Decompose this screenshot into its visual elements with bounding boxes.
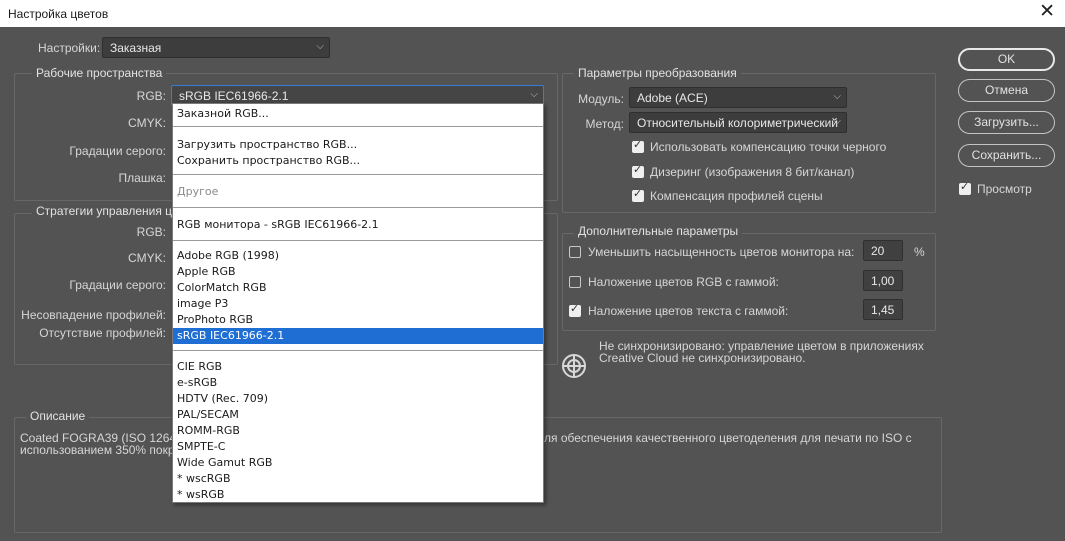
title-bar: Настройка цветов ✕ bbox=[0, 0, 1065, 27]
sync-status-line2: Creative Cloud не синхронизировано. bbox=[599, 351, 806, 365]
description-line1-right: ля обеспечения качественного цветоделени… bbox=[544, 431, 912, 445]
blend-text-label: Наложение цветов текста с гаммой: bbox=[588, 304, 789, 318]
ws-spot-label: Плашка: bbox=[118, 171, 166, 185]
load-button[interactable]: Загрузить... bbox=[958, 111, 1055, 134]
conversion-title: Параметры преобразования bbox=[574, 66, 741, 80]
dropdown-item-load-rgb[interactable]: Загрузить пространство RGB... bbox=[173, 137, 543, 153]
window-title: Настройка цветов bbox=[8, 7, 109, 21]
ok-button[interactable]: OK bbox=[958, 48, 1055, 71]
desaturate-label: Уменьшить насыщенность цветов монитора н… bbox=[588, 245, 855, 259]
dropdown-item-apple-rgb[interactable]: Apple RGB bbox=[173, 264, 543, 280]
dialog-body: Настройки: Заказная ⌵ Рабочие пространст… bbox=[0, 27, 1065, 541]
preview-checkbox[interactable] bbox=[959, 180, 971, 195]
dropdown-item-romm-rgb[interactable]: ROMM-RGB bbox=[173, 423, 543, 439]
intent-label: Метод: bbox=[585, 117, 624, 131]
dropdown-separator bbox=[173, 240, 543, 241]
dropdown-item-colormatch-rgb[interactable]: ColorMatch RGB bbox=[173, 280, 543, 296]
pol-gray-label: Градации серого: bbox=[69, 278, 166, 292]
dropdown-separator bbox=[173, 207, 543, 208]
dropdown-item-cie-rgb[interactable]: CIE RGB bbox=[173, 359, 543, 375]
settings-select[interactable]: Заказная ⌵ bbox=[102, 37, 330, 58]
blend-rgb-checkbox[interactable] bbox=[569, 276, 581, 288]
rgb-dropdown-list: Заказной RGB... Загрузить пространство R… bbox=[172, 103, 544, 503]
preview-label: Просмотр bbox=[977, 182, 1032, 196]
scene-label: Компенсация профилей сцены bbox=[650, 189, 823, 203]
dropdown-item-image-p3[interactable]: image P3 bbox=[173, 296, 543, 312]
ws-rgb-label: RGB: bbox=[136, 89, 166, 103]
ws-rgb-value: sRGB IEC61966-2.1 bbox=[179, 89, 289, 103]
dropdown-item-wscrgb[interactable]: * wscRGB bbox=[173, 471, 543, 487]
dropdown-item-save-rgb[interactable]: Сохранить пространство RGB... bbox=[173, 153, 543, 169]
chevron-down-icon: ⌵ bbox=[833, 91, 841, 102]
pol-cmyk-label: CMYK: bbox=[127, 251, 166, 265]
ws-cmyk-label: CMYK: bbox=[127, 116, 166, 130]
working-spaces-title: Рабочие пространства bbox=[32, 66, 167, 80]
desaturate-unit: % bbox=[914, 245, 925, 259]
cancel-button[interactable]: Отмена bbox=[958, 79, 1055, 102]
pol-missing-label: Отсутствие профилей: bbox=[39, 326, 166, 340]
settings-value: Заказная bbox=[110, 41, 162, 55]
settings-label: Настройки: bbox=[38, 41, 101, 55]
blend-rgb-label: Наложение цветов RGB с гаммой: bbox=[588, 275, 779, 289]
desaturate-checkbox[interactable] bbox=[569, 246, 581, 258]
save-button[interactable]: Сохранить... bbox=[958, 144, 1055, 167]
dropdown-item-custom-rgb[interactable]: Заказной RGB... bbox=[173, 106, 543, 122]
dropdown-heading-other: Другое bbox=[177, 185, 219, 198]
intent-select[interactable]: Относительный колориметрический ⌵ bbox=[629, 112, 847, 133]
dropdown-item-wsrgb[interactable]: * wsRGB bbox=[173, 487, 543, 503]
engine-select[interactable]: Adobe (ACE) ⌵ bbox=[629, 87, 847, 108]
dropdown-item-prophoto-rgb[interactable]: ProPhoto RGB bbox=[173, 312, 543, 328]
creative-cloud-sync-icon bbox=[562, 354, 586, 378]
engine-label: Модуль: bbox=[578, 92, 624, 106]
desaturate-input[interactable]: 20 bbox=[863, 240, 903, 261]
close-icon[interactable]: ✕ bbox=[1039, 2, 1055, 22]
dropdown-item-smpte-c[interactable]: SMPTE-C bbox=[173, 439, 543, 455]
intent-value: Относительный колориметрический bbox=[637, 116, 838, 130]
bpc-label: Использовать компенсацию точки черного bbox=[650, 140, 887, 154]
dropdown-item-wide-gamut[interactable]: Wide Gamut RGB bbox=[173, 455, 543, 471]
dropdown-item-srgb[interactable]: sRGB IEC61966-2.1 bbox=[173, 328, 543, 344]
engine-value: Adobe (ACE) bbox=[637, 91, 708, 105]
ws-gray-label: Градации серого: bbox=[69, 144, 166, 158]
dropdown-separator bbox=[173, 350, 543, 351]
dropdown-item-pal-secam[interactable]: PAL/SECAM bbox=[173, 407, 543, 423]
dropdown-item-e-srgb[interactable]: e-sRGB bbox=[173, 375, 543, 391]
pol-mismatch-label: Несовпадение профилей: bbox=[21, 308, 166, 322]
dropdown-separator bbox=[173, 126, 543, 127]
dropdown-separator bbox=[173, 174, 543, 175]
description-line2-left: использованием 350% покр bbox=[20, 443, 175, 457]
dropdown-item-adobe-rgb[interactable]: Adobe RGB (1998) bbox=[173, 248, 543, 264]
advanced-title: Дополнительные параметры bbox=[574, 224, 743, 238]
scene-checkbox[interactable] bbox=[632, 187, 644, 202]
policies-title: Стратегии управления цв bbox=[32, 204, 183, 218]
blend-rgb-input[interactable]: 1,00 bbox=[863, 270, 903, 291]
blend-text-checkbox[interactable] bbox=[569, 302, 581, 317]
dropdown-item-hdtv[interactable]: HDTV (Rec. 709) bbox=[173, 391, 543, 407]
chevron-down-icon: ⌵ bbox=[833, 116, 841, 127]
chevron-down-icon: ⌵ bbox=[316, 41, 324, 52]
dither-label: Дизеринг (изображения 8 бит/канал) bbox=[650, 165, 855, 179]
chevron-down-icon: ⌵ bbox=[530, 89, 538, 100]
description-title: Описание bbox=[26, 409, 90, 423]
blend-text-input[interactable]: 1,45 bbox=[863, 299, 903, 320]
bpc-checkbox[interactable] bbox=[632, 138, 644, 153]
dropdown-item-monitor-rgb[interactable]: RGB монитора - sRGB IEC61966-2.1 bbox=[173, 217, 543, 233]
dither-checkbox[interactable] bbox=[632, 163, 644, 178]
pol-rgb-label: RGB: bbox=[136, 225, 166, 239]
